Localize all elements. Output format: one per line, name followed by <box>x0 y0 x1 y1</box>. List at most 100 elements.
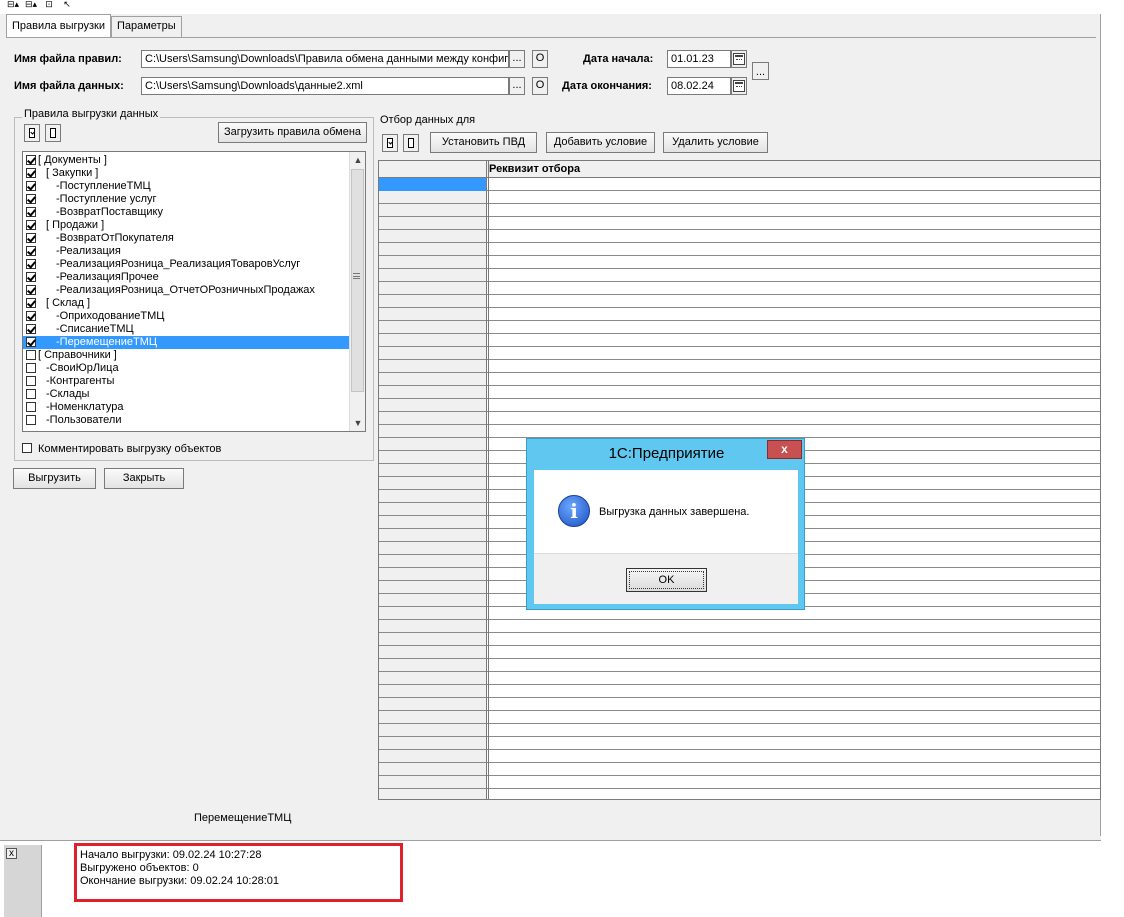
tree-item-checkbox[interactable] <box>26 285 36 295</box>
tree-item-checkbox[interactable] <box>26 337 36 347</box>
ok-button[interactable]: OK <box>626 568 707 592</box>
dialog-title: 1С:Предприятие <box>608 445 725 462</box>
scroll-up-icon[interactable]: ▲ <box>350 152 365 168</box>
tree-item[interactable]: -РеализацияПрочее <box>23 271 349 284</box>
tree-item-checkbox[interactable] <box>26 181 36 191</box>
window-icon[interactable]: ⊡ <box>42 0 56 9</box>
set-pvd-button[interactable]: Установить ПВД <box>430 132 537 153</box>
grid-row-headers <box>379 178 486 799</box>
tree-item-label: [ Справочники ] <box>38 349 117 361</box>
tree-item[interactable]: -СписаниеТМЦ <box>23 323 349 336</box>
tree-item-checkbox[interactable] <box>26 363 36 373</box>
start-date-calendar-button[interactable] <box>731 50 747 68</box>
log-close-button[interactable]: x <box>6 848 17 859</box>
info-dialog: 1С:Предприятие x i Выгрузка данных завер… <box>526 438 805 610</box>
tree-item[interactable]: [ Склад ] <box>23 297 349 310</box>
tree-item[interactable]: -ВозвратОтПокупателя <box>23 232 349 245</box>
tree-item[interactable]: [ Справочники ] <box>23 349 349 362</box>
tree-item[interactable]: -Контрагенты <box>23 375 349 388</box>
tree-item[interactable]: [ Закупки ] <box>23 167 349 180</box>
tree-item-checkbox[interactable] <box>26 246 36 256</box>
tree-item[interactable]: -РеализацияРозница_РеализацияТоваровУслу… <box>23 258 349 271</box>
tree-item[interactable]: [ Продажи ] <box>23 219 349 232</box>
rules-group-title: Правила выгрузки данных <box>22 108 161 120</box>
tree-item-label: -СвоиЮрЛица <box>46 362 119 374</box>
calendar-icon <box>733 53 745 65</box>
info-icon: i <box>558 495 590 527</box>
end-date-calendar-button[interactable] <box>731 77 747 95</box>
tree-item[interactable]: -ПоступлениеТМЦ <box>23 180 349 193</box>
tab-export-rules[interactable]: Правила выгрузки <box>6 14 111 37</box>
tree-item[interactable]: -Номенклатура <box>23 401 349 414</box>
load-rules-button[interactable]: Загрузить правила обмена <box>218 122 367 143</box>
filter-uncheck-all-button[interactable] <box>403 134 419 152</box>
tree-item-label: -СписаниеТМЦ <box>56 323 134 335</box>
grid-active-row[interactable] <box>379 178 486 191</box>
grid-divider <box>488 161 489 799</box>
tree-item-checkbox[interactable] <box>26 168 36 178</box>
uncheck-all-button[interactable] <box>45 124 61 142</box>
tree-item-checkbox[interactable] <box>26 311 36 321</box>
tree-item-checkbox[interactable] <box>26 220 36 230</box>
tree-item-label: [ Продажи ] <box>46 219 105 231</box>
sort-desc-icon[interactable]: ⊟▴ <box>24 0 38 9</box>
export-button[interactable]: Выгрузить <box>13 468 96 489</box>
close-button[interactable]: Закрыть <box>104 468 184 489</box>
tree-item-checkbox[interactable] <box>26 272 36 282</box>
data-file-open-button[interactable]: О <box>532 77 548 95</box>
data-file-field[interactable]: C:\Users\Samsung\Downloads\данные2.xml <box>141 77 509 95</box>
scroll-down-icon[interactable]: ▼ <box>350 415 365 431</box>
data-file-browse-button[interactable]: ... <box>509 77 525 95</box>
period-select-button[interactable]: ... <box>752 62 769 80</box>
log-splitter[interactable] <box>0 836 1101 841</box>
cursor-icon[interactable]: ↖ <box>60 0 74 9</box>
comment-export-checkbox[interactable] <box>22 443 32 453</box>
tree-item-checkbox[interactable] <box>26 402 36 412</box>
tree-item-label: -Поступление услуг <box>56 193 157 205</box>
start-date-field[interactable]: 01.01.23 <box>667 50 731 68</box>
tree-item-checkbox[interactable] <box>26 389 36 399</box>
delete-condition-button[interactable]: Удалить условие <box>663 132 768 153</box>
tree-item-checkbox[interactable] <box>26 350 36 360</box>
tree-item[interactable]: -Реализация <box>23 245 349 258</box>
rules-file-browse-button[interactable]: ... <box>509 50 525 68</box>
tree-item[interactable]: -СвоиЮрЛица <box>23 362 349 375</box>
filter-check-all-button[interactable] <box>382 134 398 152</box>
end-date-field[interactable]: 08.02.24 <box>667 77 731 95</box>
tree-item-checkbox[interactable] <box>26 376 36 386</box>
check-all-button[interactable] <box>24 124 40 142</box>
scroll-thumb[interactable] <box>351 169 364 392</box>
tree-item-checkbox[interactable] <box>26 298 36 308</box>
tree-item-label: -ВозвратПоставщику <box>56 206 163 218</box>
add-condition-button[interactable]: Добавить условие <box>546 132 655 153</box>
tree-item[interactable]: [ Документы ] <box>23 154 349 167</box>
tree-item[interactable]: -ОприходованиеТМЦ <box>23 310 349 323</box>
tree-item[interactable]: -ВозвратПоставщику <box>23 206 349 219</box>
tree-item-checkbox[interactable] <box>26 233 36 243</box>
tree-item[interactable]: -Пользователи <box>23 414 349 427</box>
sort-asc-icon[interactable]: ⊟▴ <box>6 0 20 9</box>
export-rules-tree[interactable]: [ Документы ][ Закупки ] -ПоступлениеТМЦ -… <box>22 151 366 432</box>
tree-item-checkbox[interactable] <box>26 259 36 269</box>
tree-item[interactable]: -ПеремещениеТМЦ <box>23 336 349 349</box>
tree-item-checkbox[interactable] <box>26 155 36 165</box>
tree-item-checkbox[interactable] <box>26 324 36 334</box>
tree-item-label: [ Закупки ] <box>46 167 99 179</box>
dialog-close-button[interactable]: x <box>767 440 802 459</box>
tree-item-label: [ Документы ] <box>38 154 107 166</box>
tree-item-checkbox[interactable] <box>26 194 36 204</box>
rules-file-field[interactable]: C:\Users\Samsung\Downloads\Правила обмен… <box>141 50 509 68</box>
tree-item[interactable]: -РеализацияРозница_ОтчетОРозничныхПродаж… <box>23 284 349 297</box>
tree-item-checkbox[interactable] <box>26 207 36 217</box>
tree-scrollbar[interactable]: ▲ ▼ <box>349 152 365 431</box>
tree-item-label: -ПоступлениеТМЦ <box>56 180 151 192</box>
rules-file-open-button[interactable]: О <box>532 50 548 68</box>
tree-item[interactable]: -Склады <box>23 388 349 401</box>
data-file-label: Имя файла данных: <box>14 80 124 92</box>
tree-item-checkbox[interactable] <box>26 415 36 425</box>
tree-item-label: [ Склад ] <box>46 297 91 309</box>
tree-item[interactable]: -Поступление услуг <box>23 193 349 206</box>
check-all-icon <box>387 138 393 148</box>
tab-parameters[interactable]: Параметры <box>110 16 182 38</box>
current-rule-status: ПеремещениеТМЦ <box>194 812 292 824</box>
